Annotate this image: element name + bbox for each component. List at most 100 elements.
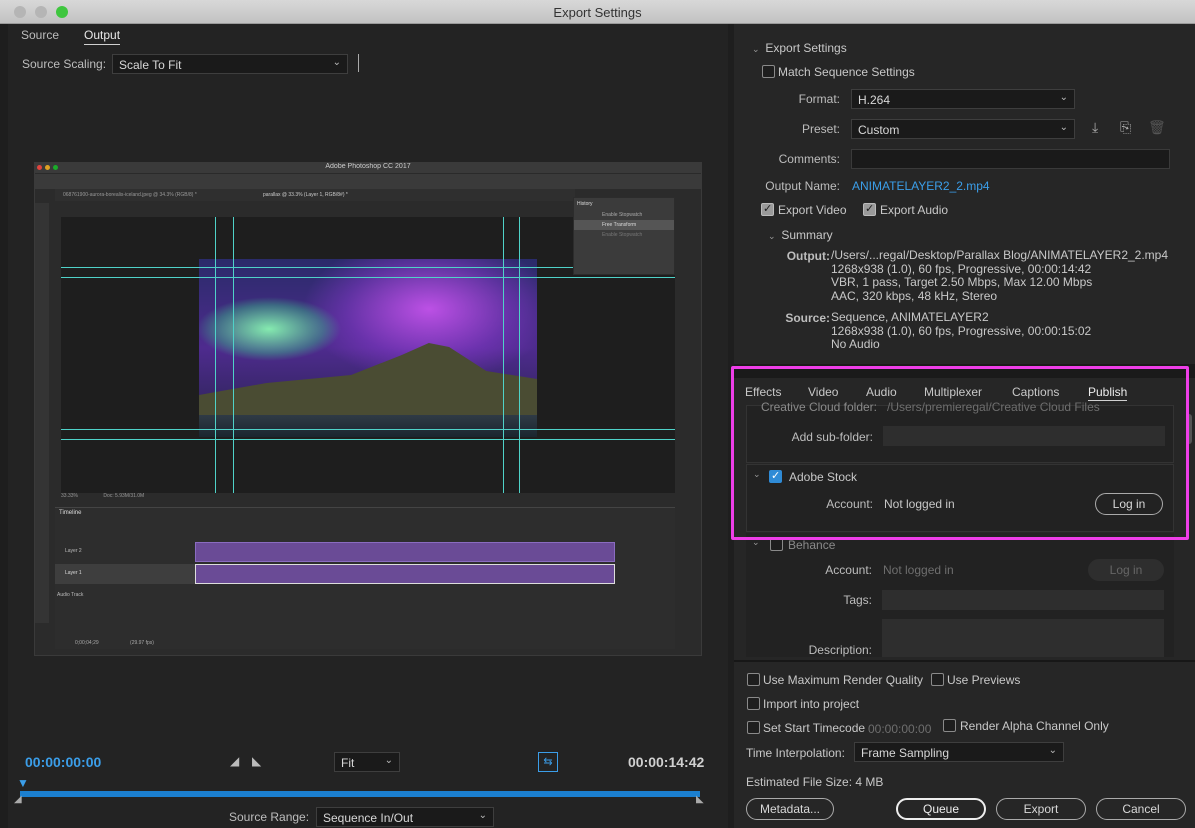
end-timecode: 00:00:14:42 [628, 754, 705, 770]
time-interpolation-select[interactable]: Frame Sampling ⌄ [854, 742, 1064, 762]
queue-button[interactable]: Queue [896, 798, 986, 820]
chevron-down-icon: ⌄ [752, 44, 760, 54]
start-timecode-label: Set Start Timecode [763, 721, 866, 735]
summary-title: Summary [781, 228, 833, 242]
set-out-point-icon[interactable]: ◣ [252, 754, 261, 768]
aspect-ratio-correction-icon[interactable]: ⇆ [538, 752, 558, 772]
source-scaling-select[interactable]: Scale To Fit ⌄ [112, 54, 348, 74]
ps-history-title: History [577, 201, 593, 207]
ps-doc-tab-1: 068761900-aurora-borealis-iceland.jpeg @… [63, 192, 197, 198]
fit-select[interactable]: Fit ⌄ [334, 752, 400, 772]
cancel-button[interactable]: Cancel [1096, 798, 1186, 820]
ps-status-bar: 33.33% Doc: 5.93M/31.0M [61, 493, 144, 499]
output-name-link[interactable]: ANIMATELAYER2_2.mp4 [852, 179, 990, 193]
behance-section: ⌄ Behance Account: Not logged in Log in … [746, 533, 1174, 657]
tags-input[interactable] [882, 590, 1164, 610]
behance-checkbox[interactable] [770, 538, 783, 551]
chevron-down-icon[interactable]: ⌄ [753, 469, 763, 480]
set-in-point-icon[interactable]: ◢ [230, 754, 239, 768]
guide-line [503, 217, 504, 493]
summary-output-label: Output: [786, 249, 830, 263]
ps-track-layer2 [195, 542, 615, 562]
export-video-checkbox[interactable] [761, 202, 774, 216]
comments-input[interactable] [851, 149, 1170, 169]
metadata-button[interactable]: Metadata... [746, 798, 834, 820]
export-options: Use Maximum Render Quality Use Previews … [734, 660, 1195, 828]
preview-panel: Source Output Source Scaling: Scale To F… [8, 24, 728, 828]
chevron-down-icon[interactable]: ⌄ [752, 537, 762, 548]
mountain-shape [199, 343, 537, 419]
source-scaling-label: Source Scaling: [22, 57, 107, 71]
summary-header[interactable]: ⌄ Summary [768, 228, 833, 242]
cc-folder-value: /Users/premieregal/Creative Cloud Files [887, 400, 1100, 414]
ps-timeline-panel: Timeline Layer 2 Layer 1 Audio Track 0;0… [55, 507, 675, 649]
ps-title-bar: Adobe Photoshop CC 2017 [35, 163, 701, 173]
delete-preset-icon[interactable]: 🗑 [1148, 119, 1166, 136]
text-cursor [358, 54, 359, 72]
export-audio-checkbox[interactable] [863, 202, 876, 216]
ps-time: 0;00;04;29 [75, 640, 99, 646]
ps-track-layer1 [195, 564, 615, 584]
summary-source-label: Source: [785, 311, 830, 325]
ps-options-bar [35, 173, 701, 189]
max-render-checkbox[interactable] [747, 673, 760, 686]
import-project-label: Import into project [763, 697, 860, 711]
preset-value: Custom [858, 123, 900, 137]
timeline-scrubber[interactable] [20, 791, 700, 797]
adobe-stock-checkbox[interactable] [769, 469, 782, 483]
tab-video[interactable]: Video [808, 385, 838, 399]
export-settings-header[interactable]: ⌄ Export Settings [752, 41, 847, 55]
summary-output-text: /Users/...regal/Desktop/Parallax Blog/AN… [831, 248, 1169, 303]
behance-login-button[interactable]: Log in [1088, 559, 1164, 581]
start-timecode-checkbox[interactable] [747, 721, 760, 734]
in-point-handle[interactable]: ◢ [14, 794, 22, 805]
use-previews-checkbox[interactable] [931, 673, 944, 686]
ps-fps: (29.97 fps) [130, 640, 154, 646]
ps-history-item: Enable Stopwatch [602, 232, 643, 238]
render-alpha-checkbox[interactable] [943, 719, 956, 732]
description-input[interactable] [882, 619, 1164, 657]
scrollbar[interactable] [1186, 414, 1192, 444]
tab-source[interactable]: Source [21, 28, 59, 42]
ps-zoom: 33.33% [61, 493, 78, 499]
import-preset-icon[interactable]: ⎘ [1120, 119, 1131, 136]
stock-account-value: Not logged in [884, 497, 955, 511]
adobe-stock-section: ⌄ Adobe Stock Account: Not logged in Log… [746, 464, 1174, 532]
match-sequence-checkbox[interactable] [762, 65, 775, 78]
source-range-value: Sequence In/Out [323, 811, 414, 825]
stock-account-label: Account: [826, 497, 873, 511]
format-select[interactable]: H.264 ⌄ [851, 89, 1075, 109]
summary-source-text: Sequence, ANIMATELAYER2 1268x938 (1.0), … [831, 310, 1092, 351]
save-preset-icon[interactable]: ⤓ [1092, 119, 1098, 136]
out-point-handle[interactable]: ◣ [696, 794, 704, 805]
chevron-down-icon: ⌄ [1059, 122, 1068, 133]
export-audio-label: Export Audio [880, 203, 949, 217]
cc-folder-label: Creative Cloud folder: [760, 400, 877, 414]
playhead-icon[interactable]: ▼ [17, 776, 29, 790]
sub-folder-input[interactable] [883, 426, 1165, 446]
tab-publish[interactable]: Publish [1088, 385, 1128, 401]
chevron-down-icon: ⌄ [384, 755, 393, 766]
source-range-select[interactable]: Sequence In/Out ⌄ [316, 807, 494, 827]
tab-effects[interactable]: Effects [745, 385, 781, 399]
start-timecode-value[interactable]: 00:00:00:00 [868, 722, 931, 736]
guide-line [61, 439, 675, 440]
tab-audio[interactable]: Audio [866, 385, 897, 399]
export-button[interactable]: Export [996, 798, 1086, 820]
tab-output[interactable]: Output [84, 28, 121, 45]
behance-title: Behance [788, 538, 836, 552]
format-label: Format: [798, 92, 840, 106]
current-timecode[interactable]: 00:00:00:00 [25, 754, 101, 770]
ps-history-item: Free Transform [574, 220, 674, 230]
stock-login-button[interactable]: Log in [1095, 493, 1163, 515]
tab-captions[interactable]: Captions [1012, 385, 1059, 399]
import-project-checkbox[interactable] [747, 697, 760, 710]
tab-multiplexer[interactable]: Multiplexer [924, 385, 982, 399]
preset-select[interactable]: Custom ⌄ [851, 119, 1075, 139]
aurora-image [199, 259, 537, 437]
guide-line [519, 217, 520, 493]
chevron-down-icon: ⌄ [478, 810, 487, 821]
ps-history-panel: History Enable Stopwatch Free Transform … [573, 197, 675, 275]
creative-cloud-section: Creative Cloud folder: /Users/premierega… [746, 400, 1174, 463]
adobe-stock-title: Adobe Stock [789, 470, 858, 484]
